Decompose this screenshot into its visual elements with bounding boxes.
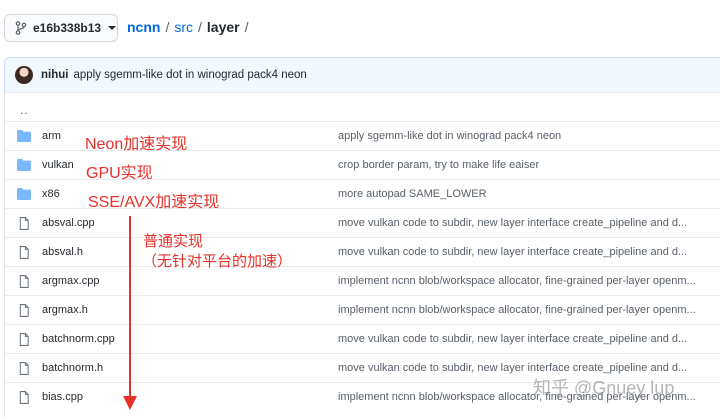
parent-dir-link[interactable]: .. — [20, 103, 29, 117]
breadcrumb-current: layer — [206, 19, 240, 35]
file-commit-message[interactable]: apply sgemm-like dot in winograd pack4 n… — [338, 130, 698, 142]
annotation-plain-note: （无针对平台的加速） — [142, 253, 293, 270]
commit-author[interactable]: nihui — [41, 69, 68, 81]
file-icon — [19, 362, 29, 375]
file-commit-message[interactable]: crop border param, try to make life eais… — [338, 159, 698, 171]
file-icon — [19, 391, 29, 404]
folder-icon — [17, 159, 31, 171]
git-branch-icon — [15, 21, 27, 35]
file-name-link[interactable]: batchnorm.h — [42, 362, 103, 374]
branch-select-button[interactable]: e16b338b13 — [4, 14, 118, 42]
file-commit-message[interactable]: move vulkan code to subdir, new layer in… — [338, 217, 698, 229]
file-commit-message[interactable]: move vulkan code to subdir, new layer in… — [338, 246, 698, 258]
branch-name: e16b338b13 — [33, 21, 102, 35]
file-name-link[interactable]: bias.cpp — [42, 391, 83, 403]
breadcrumb: ncnn / src / layer / — [127, 19, 254, 35]
file-name-link[interactable]: argmax.h — [42, 304, 88, 316]
file-commit-message[interactable]: more autopad SAME_LOWER — [338, 188, 698, 200]
annotation-gpu: GPU实现 — [86, 165, 153, 182]
file-name-link[interactable]: x86 — [42, 188, 60, 200]
annotation-arrow-line — [129, 216, 131, 400]
breadcrumb-separator: / — [198, 19, 202, 35]
parent-dir-row[interactable]: .. — [5, 92, 720, 121]
file-name-link[interactable]: batchnorm.cpp — [42, 333, 115, 345]
file-row[interactable]: absval.cpp move vulkan code to subdir, ne… — [5, 208, 720, 237]
file-name-link[interactable]: absval.cpp — [42, 217, 95, 229]
file-commit-message[interactable]: move vulkan code to subdir, new layer in… — [338, 362, 698, 374]
annotation-neon: Neon加速实现 — [85, 136, 188, 153]
file-icon — [19, 217, 29, 230]
annotation-arrow-head — [123, 396, 137, 410]
file-icon — [19, 246, 29, 259]
annotation-sse: SSE/AVX加速实现 — [88, 194, 220, 211]
file-row[interactable]: argmax.cpp implement ncnn blob/workspace … — [5, 266, 720, 295]
file-name-link[interactable]: arm — [42, 130, 61, 142]
file-row[interactable]: absval.h move vulkan code to subdir, new … — [5, 237, 720, 266]
breadcrumb-separator: / — [165, 19, 170, 35]
file-commit-message[interactable]: implement ncnn blob/workspace allocator,… — [338, 275, 698, 287]
file-name-link[interactable]: absval.h — [42, 246, 83, 258]
breadcrumb-repo-link[interactable]: ncnn — [127, 19, 160, 35]
file-name-link[interactable]: argmax.cpp — [42, 275, 99, 287]
folder-icon — [17, 188, 31, 200]
file-commit-message[interactable]: move vulkan code to subdir, new layer in… — [338, 333, 698, 345]
file-icon — [19, 333, 29, 346]
latest-commit-bar: nihui apply sgemm-like dot in winograd p… — [4, 57, 720, 93]
commit-message[interactable]: apply sgemm-like dot in winograd pack4 n… — [73, 69, 306, 81]
folder-icon — [17, 130, 31, 142]
breadcrumb-src-link[interactable]: src — [174, 19, 193, 35]
chevron-down-icon — [108, 26, 117, 30]
annotation-plain: 普通实现 — [143, 233, 204, 250]
avatar[interactable] — [15, 66, 33, 84]
file-icon — [19, 304, 29, 317]
file-name-link[interactable]: vulkan — [42, 159, 74, 171]
file-icon — [19, 275, 29, 288]
file-row[interactable]: argmax.h implement ncnn blob/workspace al… — [5, 295, 720, 324]
breadcrumb-separator: / — [244, 19, 249, 35]
watermark: 知乎 @Gnuey lup — [533, 378, 675, 398]
file-row[interactable]: batchnorm.cpp move vulkan code to subdir,… — [5, 324, 720, 353]
file-commit-message[interactable]: implement ncnn blob/workspace allocator,… — [338, 304, 698, 316]
top-nav: e16b338b13 ncnn / src / layer / — [0, 0, 720, 56]
